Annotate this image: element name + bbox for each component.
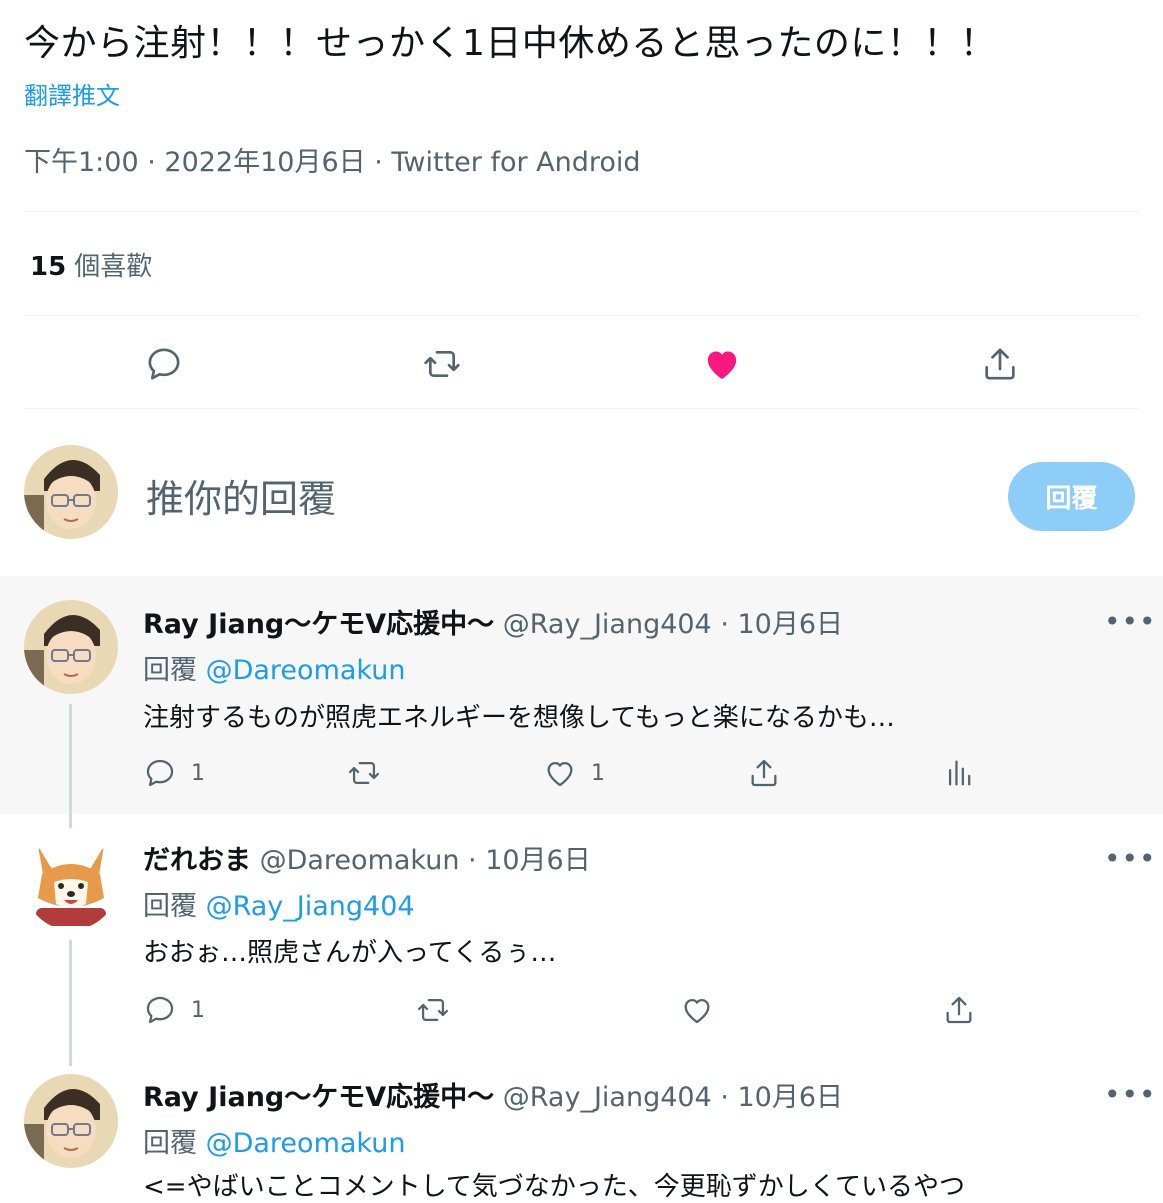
reply-action-button[interactable]: 1 — [143, 993, 205, 1027]
like-count: 1 — [591, 760, 605, 786]
more-options-icon[interactable]: ••• — [1104, 605, 1157, 638]
avatar[interactable] — [24, 1074, 118, 1168]
reply-author-name[interactable]: だれおま — [143, 845, 251, 876]
reply-icon — [146, 996, 174, 1024]
tweet-meta: 下午1:00 · 2022年10月6日 · Twitter for Androi… — [24, 140, 641, 179]
reply-submit-button[interactable]: 回覆 — [1008, 462, 1135, 531]
avatar-image — [24, 1074, 118, 1168]
reply-author-handle[interactable]: @Ray_Jiang404 — [503, 1082, 712, 1113]
avatar-image — [24, 445, 118, 539]
more-options-icon[interactable]: ••• — [1104, 1078, 1157, 1111]
reply-date[interactable]: 10月6日 — [738, 609, 844, 640]
reply-author-handle[interactable]: @Dareomakun — [260, 845, 460, 876]
tweet-source: Twitter for Android — [391, 147, 641, 178]
likes-count[interactable]: 15 個喜歡 — [30, 246, 152, 283]
tweet-time[interactable]: 下午1:00 — [24, 147, 139, 178]
share-icon — [985, 348, 1015, 380]
avatar[interactable] — [24, 600, 118, 694]
tweet-date[interactable]: 2022年10月6日 — [164, 147, 365, 178]
replying-prefix: 回覆 — [143, 655, 197, 686]
reply-text: <=やばいことコメントして気づなかった、今更恥ずかしくているやつ — [143, 1172, 966, 1202]
divider — [24, 315, 1139, 316]
analytics-button[interactable] — [943, 756, 977, 790]
reply-text: おおぉ…照虎さんが入ってくるぅ… — [143, 938, 557, 968]
share-action-button[interactable] — [747, 756, 781, 790]
mention-link[interactable]: @Dareomakun — [206, 1128, 406, 1159]
replying-to: 回覆 @Dareomakun — [143, 1121, 405, 1160]
reply-header: Ray Jiang〜ケモV応援中〜 @Ray_Jiang404 · 10月6日 — [143, 602, 843, 641]
reply-input[interactable]: 推你的回覆 — [146, 468, 336, 523]
like-action-button[interactable]: 1 — [543, 756, 605, 790]
share-icon — [751, 759, 777, 787]
retweet-action-button[interactable] — [347, 756, 381, 790]
share-action-button[interactable] — [942, 993, 976, 1027]
heart-filled-icon — [707, 351, 737, 379]
reply-icon — [146, 759, 174, 787]
mention-link[interactable]: @Ray_Jiang404 — [206, 891, 415, 922]
reply-action-button[interactable] — [140, 340, 188, 388]
reply-author-handle[interactable]: @Ray_Jiang404 — [503, 609, 712, 640]
replying-to: 回覆 @Ray_Jiang404 — [143, 884, 415, 923]
retweet-icon — [424, 351, 460, 377]
retweet-icon — [348, 761, 380, 785]
retweet-action-button[interactable] — [418, 340, 466, 388]
reply-count: 1 — [191, 760, 205, 786]
reply-date[interactable]: 10月6日 — [485, 845, 591, 876]
heart-icon — [547, 761, 573, 787]
more-options-icon[interactable]: ••• — [1104, 842, 1157, 875]
tweet-text: 今から注射！！！せっかく1日中休めると思ったのに！！！ — [24, 23, 997, 64]
like-action-button[interactable] — [680, 993, 714, 1027]
like-action-button[interactable] — [698, 340, 746, 388]
reply-author-name[interactable]: Ray Jiang〜ケモV応援中〜 — [143, 609, 494, 640]
reply-author-name[interactable]: Ray Jiang〜ケモV応援中〜 — [143, 1082, 494, 1113]
replying-to: 回覆 @Dareomakun — [143, 648, 405, 687]
separator: · — [711, 609, 738, 640]
analytics-icon — [948, 760, 971, 786]
translate-tweet-link[interactable]: 翻譯推文 — [24, 76, 120, 111]
reply-header: Ray Jiang〜ケモV応援中〜 @Ray_Jiang404 · 10月6日 — [143, 1075, 843, 1114]
replying-prefix: 回覆 — [143, 1128, 197, 1159]
thread-line — [69, 940, 72, 1066]
separator: · — [365, 147, 392, 178]
divider — [24, 408, 1139, 409]
avatar[interactable] — [24, 836, 118, 930]
reply-text: 注射するものが照虎エネルギーを想像してもっと楽になるかも… — [143, 703, 895, 733]
avatar-image — [24, 836, 118, 930]
avatar-image — [24, 600, 118, 694]
thread-line — [69, 704, 72, 828]
reply-header: だれおま @Dareomakun · 10月6日 — [143, 838, 591, 877]
reply-count: 1 — [191, 997, 205, 1023]
share-action-button[interactable] — [976, 340, 1024, 388]
reply-action-button[interactable]: 1 — [143, 756, 205, 790]
retweet-action-button[interactable] — [416, 993, 450, 1027]
reply-date[interactable]: 10月6日 — [738, 1082, 844, 1113]
retweet-icon — [417, 998, 449, 1022]
heart-icon — [684, 998, 710, 1024]
share-icon — [946, 996, 972, 1024]
separator: · — [138, 147, 165, 178]
reply-icon — [148, 348, 180, 380]
mention-link[interactable]: @Dareomakun — [206, 655, 406, 686]
likes-number: 15 — [30, 252, 67, 282]
divider — [24, 211, 1139, 212]
avatar[interactable] — [24, 445, 118, 539]
separator: · — [459, 845, 486, 876]
replying-prefix: 回覆 — [143, 891, 197, 922]
likes-label: 個喜歡 — [74, 252, 153, 282]
separator: · — [711, 1082, 738, 1113]
